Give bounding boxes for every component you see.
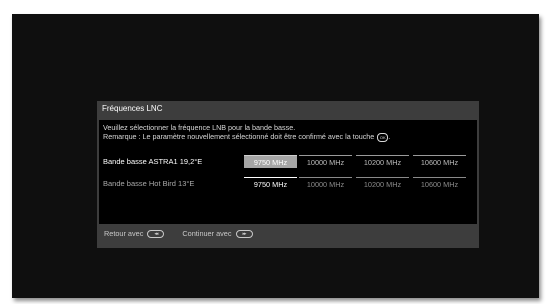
tv-screen: Fréquences LNC Veuillez sélectionner la … [12,14,539,298]
dialog-footer: Retour avec ◂◂ Continuer avec ▸▸ [104,229,269,239]
frequency-row-astra[interactable]: Bande basse ASTRA1 19,2°E 9750 MHz 10000… [99,155,477,169]
row-label: Bande basse Hot Bird 13°E [103,179,195,188]
lnb-frequency-dialog: Fréquences LNC Veuillez sélectionner la … [97,101,479,248]
continue-hint: Continuer avec ▸▸ [182,229,253,239]
frequency-option[interactable]: 10000 MHz [299,155,352,168]
back-label: Retour avec [104,229,144,238]
frequency-option[interactable]: 10200 MHz [356,155,409,168]
frequency-option-selected[interactable]: 9750 MHz [244,177,297,190]
instruction-line-1: Veuillez sélectionner la fréquence LNB p… [103,123,296,132]
instruction-line-2: Remarque : Le paramètre nouvellement sél… [103,132,391,142]
back-hint: Retour avec ◂◂ [104,229,165,239]
ok-key-icon: OK [377,132,389,142]
continue-label: Continuer avec [182,229,232,238]
frequency-option-selected[interactable]: 9750 MHz [244,155,297,168]
instruction-line-2-text: Remarque : Le paramètre nouvellement sél… [103,132,375,141]
frequency-option[interactable]: 10600 MHz [413,177,466,190]
row-label: Bande basse ASTRA1 19,2°E [103,157,203,166]
fast-forward-key-icon: ▸▸ [235,230,253,239]
dialog-content: Veuillez sélectionner la fréquence LNB p… [99,120,477,224]
frequency-option[interactable]: 10200 MHz [356,177,409,190]
rewind-key-icon: ◂◂ [147,230,165,239]
frequency-option[interactable]: 10600 MHz [413,155,466,168]
frequency-option[interactable]: 10000 MHz [299,177,352,190]
dialog-title: Fréquences LNC [102,104,163,113]
frequency-row-hotbird[interactable]: Bande basse Hot Bird 13°E 9750 MHz 10000… [99,177,477,191]
instructions: Veuillez sélectionner la fréquence LNB p… [103,123,390,142]
